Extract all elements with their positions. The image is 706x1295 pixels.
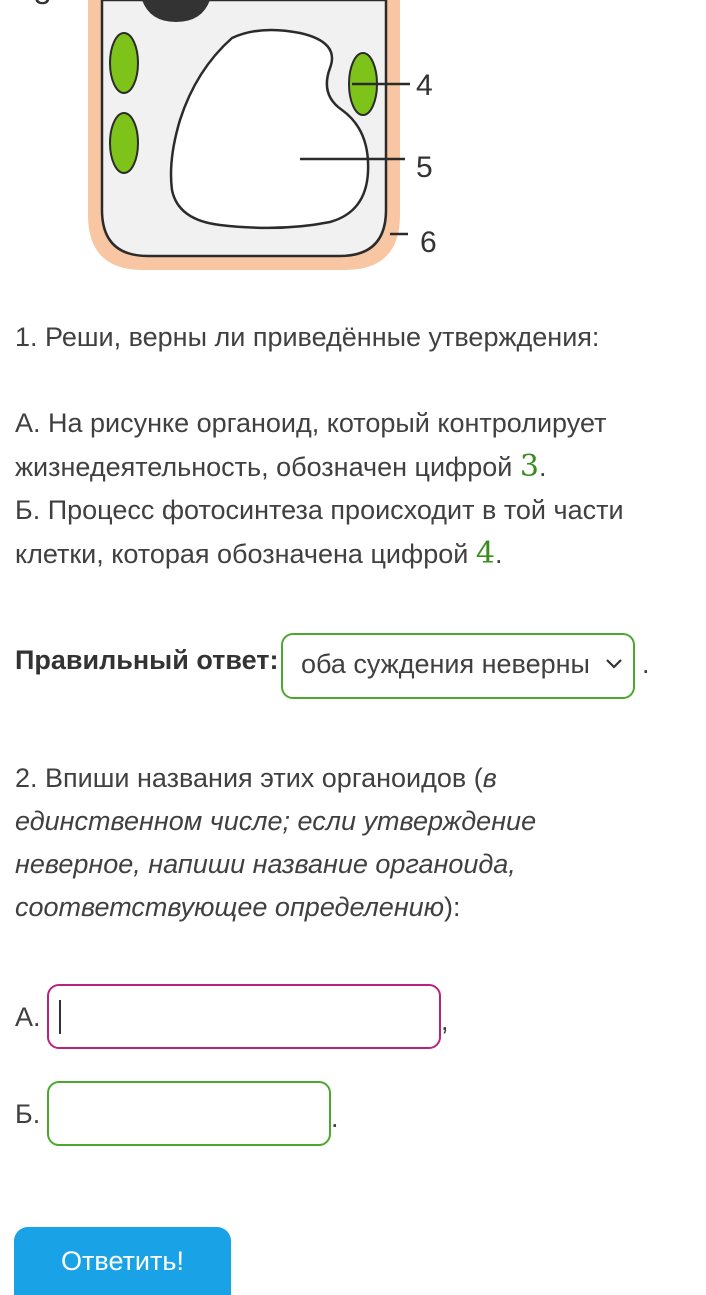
answer-label: Правильный ответ:	[15, 645, 279, 675]
chloroplast	[109, 32, 139, 94]
answer-select-value: оба суждения неверны	[301, 649, 590, 679]
answer-period: .	[642, 649, 650, 679]
label-6: 6	[420, 226, 437, 259]
statement-b-text: Б. Процесс фотосинтеза происходит в той …	[15, 495, 624, 569]
field-b-period: .	[331, 1103, 339, 1133]
organelle-b-input[interactable]	[47, 1081, 331, 1146]
statement-b: Б. Процесс фотосинтеза происходит в той …	[15, 489, 655, 576]
field-b-row: Б. .	[15, 1081, 375, 1149]
chevron-down-icon	[606, 659, 622, 669]
field-a-row: А. ,	[15, 984, 475, 1052]
field-a-label: А.	[15, 1002, 41, 1032]
chloroplast	[109, 112, 139, 174]
statement-a: А. На рисунке органоид, который контроли…	[15, 402, 655, 489]
statement-a-period: .	[539, 452, 547, 482]
statement-a-text: А. На рисунке органоид, который контроли…	[15, 408, 607, 482]
statement-a-number: 3	[519, 449, 539, 484]
submit-button[interactable]: Ответить!	[14, 1227, 231, 1295]
text-caret	[59, 1000, 61, 1034]
organelle-a-input[interactable]	[47, 984, 441, 1049]
label-5: 5	[416, 151, 433, 184]
label-3-partial: 3	[34, 0, 51, 11]
statement-b-period: .	[494, 539, 503, 569]
question1-prompt: 1. Реши, верны ли приведённые утверждени…	[15, 322, 600, 352]
field-a-comma: ,	[441, 1006, 449, 1036]
statement-b-number: 4	[475, 536, 495, 571]
field-b-label: Б.	[15, 1099, 41, 1129]
question2-prompt-end: ):	[444, 892, 461, 922]
question2-prompt: 2. Впиши названия этих органоидов (в еди…	[15, 757, 665, 929]
cell-diagram: 3 4 5 6	[34, 0, 437, 270]
answer-select[interactable]: оба суждения неверны	[281, 633, 635, 699]
question2-prompt-normal: 2. Впиши названия этих органоидов (	[15, 763, 483, 793]
label-4: 4	[416, 69, 433, 102]
